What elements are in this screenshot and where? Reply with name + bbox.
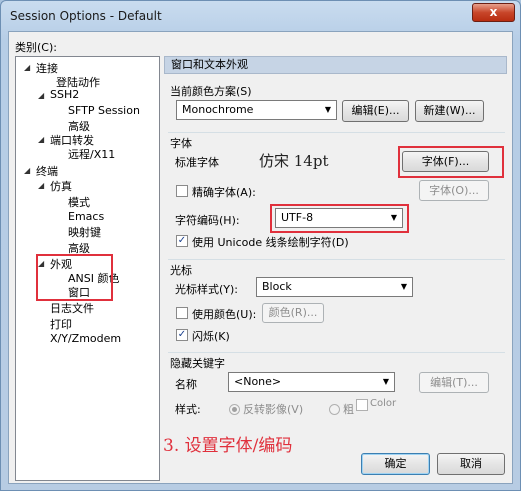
close-button[interactable]: x	[472, 3, 515, 22]
reverse-video-label: 反转影像(V)	[243, 403, 304, 416]
cursor-group-divider	[168, 259, 505, 260]
edit-color-scheme-button[interactable]: 编辑(E)...	[342, 100, 409, 122]
precise-font-button[interactable]: 字体(O)...	[419, 180, 489, 201]
tree-item-emacs[interactable]: Emacs	[68, 210, 104, 223]
blink-label: 闪烁(K)	[192, 330, 230, 343]
precise-font-checkbox[interactable]	[176, 185, 188, 197]
tree-item-remote-x11[interactable]: 远程/X11	[68, 146, 115, 162]
cursor-color-button[interactable]: 颜色(R)...	[262, 303, 324, 323]
reverse-video-radio[interactable]	[229, 404, 240, 415]
standard-font-label: 标准字体	[175, 156, 219, 169]
keyword-name-label: 名称	[175, 378, 197, 391]
annotation-text: 3. 设置字体/编码	[163, 436, 293, 456]
bold-label: 粗	[343, 403, 354, 416]
cancel-button[interactable]: 取消	[437, 453, 505, 475]
keyword-group-divider	[168, 352, 505, 353]
tree-item-emulation[interactable]: 仿真	[50, 178, 72, 194]
encoding-highlight-box	[270, 204, 409, 233]
cursor-style-select[interactable]: Block ▼	[256, 277, 413, 297]
expanded-triangle-icon[interactable]: ◢	[38, 135, 44, 144]
use-color-checkbox[interactable]	[176, 307, 188, 319]
dropdown-arrow-icon: ▼	[324, 105, 331, 114]
appearance-highlight-box	[36, 254, 113, 301]
color-scheme-label: 当前颜色方案(S)	[170, 85, 252, 98]
dialog-client: 类别(C): ◢ 连接 登陆动作 ◢ SSH2 SFTP Session 高级 …	[8, 31, 513, 484]
tree-item-modes[interactable]: 模式	[68, 194, 90, 210]
panel-header: 窗口和文本外观	[164, 56, 507, 74]
standard-font-value: 仿宋 14pt	[259, 152, 329, 170]
category-label: 类别(C):	[15, 41, 57, 54]
color-scheme-select[interactable]: Monochrome ▼	[176, 100, 337, 120]
dropdown-arrow-icon: ▼	[382, 377, 389, 386]
expanded-triangle-icon[interactable]: ◢	[38, 91, 44, 100]
cursor-group-label: 光标	[170, 264, 192, 277]
expanded-triangle-icon[interactable]: ◢	[24, 166, 30, 175]
encoding-label: 字符编码(H):	[175, 214, 240, 227]
font-group-label: 字体	[170, 137, 192, 150]
session-options-window: Session Options - Default x 类别(C): ◢ 连接 …	[0, 0, 521, 491]
precise-font-label: 精确字体(A):	[192, 186, 256, 199]
cursor-style-label: 光标样式(Y):	[175, 283, 239, 296]
keyword-color-label: Color	[370, 398, 397, 409]
unicode-line-drawing-checkbox[interactable]: ✓	[176, 235, 188, 247]
tree-item-ssh2[interactable]: SSH2	[50, 88, 79, 101]
tree-item-terminal[interactable]: 终端	[36, 163, 58, 179]
window-title: Session Options - Default	[10, 9, 162, 23]
font-button-highlight-box	[398, 146, 504, 178]
tree-item-xyzmodem[interactable]: X/Y/Zmodem	[50, 332, 121, 345]
cursor-style-value: Block	[262, 280, 292, 293]
new-color-scheme-button[interactable]: 新建(W)...	[415, 100, 484, 122]
unicode-line-drawing-label: 使用 Unicode 线条绘制字符(D)	[192, 236, 349, 249]
tree-item-printing[interactable]: 打印	[50, 316, 72, 332]
expanded-triangle-icon[interactable]: ◢	[24, 63, 30, 72]
keyword-group-label: 隐藏关键字	[170, 357, 225, 370]
keyword-edit-button[interactable]: 编辑(T)...	[419, 372, 489, 393]
ok-button[interactable]: 确定	[361, 453, 430, 475]
tree-item-sftp-session[interactable]: SFTP Session	[68, 104, 140, 117]
keyword-color-checkbox[interactable]	[356, 399, 368, 411]
tree-item-connection[interactable]: 连接	[36, 60, 58, 76]
dropdown-arrow-icon: ▼	[400, 282, 407, 291]
use-color-label: 使用颜色(U):	[192, 308, 257, 321]
keyword-name-value: <None>	[234, 375, 282, 388]
tree-item-log-file[interactable]: 日志文件	[50, 300, 94, 316]
title-bar[interactable]: Session Options - Default x	[1, 1, 520, 31]
expanded-triangle-icon[interactable]: ◢	[38, 181, 44, 190]
font-group-divider	[168, 132, 505, 133]
keyword-style-label: 样式:	[175, 403, 201, 416]
keyword-name-select[interactable]: <None> ▼	[228, 372, 395, 392]
blink-checkbox[interactable]: ✓	[176, 329, 188, 341]
color-scheme-value: Monochrome	[182, 103, 254, 116]
category-tree[interactable]: ◢ 连接 登陆动作 ◢ SSH2 SFTP Session 高级 ◢ 端口转发 …	[15, 56, 160, 481]
tree-item-mapped-keys[interactable]: 映射键	[68, 224, 101, 240]
bold-radio[interactable]	[329, 404, 340, 415]
